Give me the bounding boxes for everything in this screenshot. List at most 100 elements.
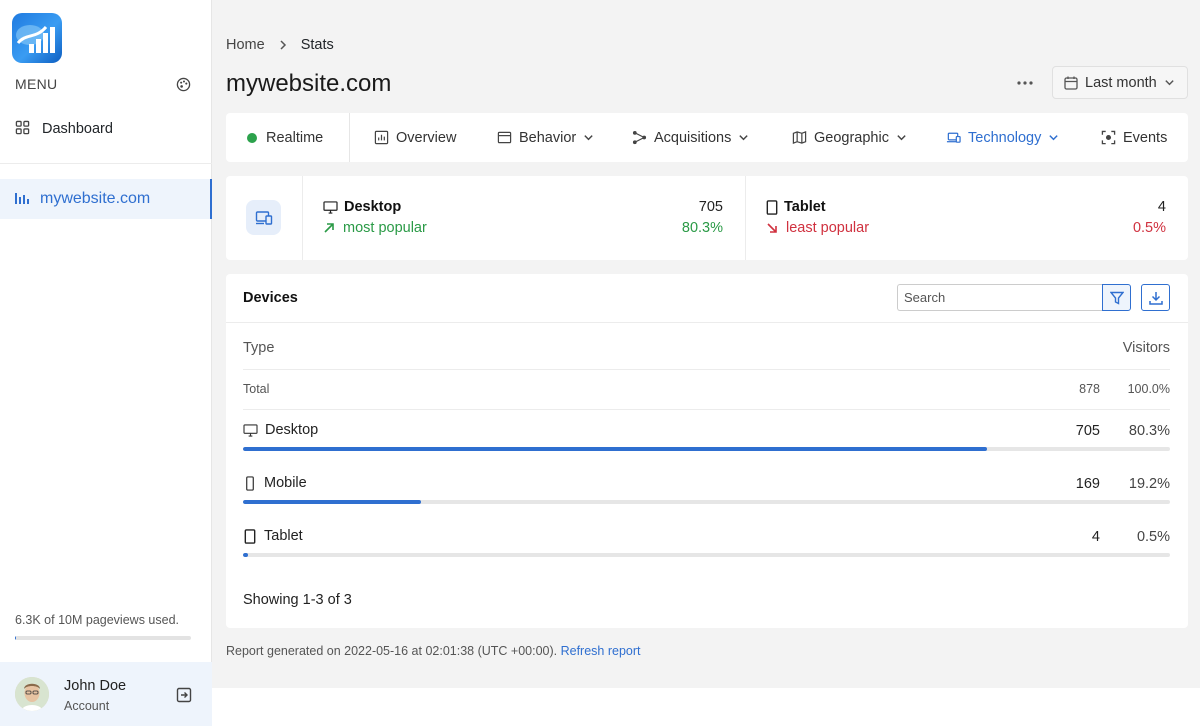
filter-button[interactable] bbox=[1102, 284, 1131, 311]
share-bar-fill bbox=[243, 500, 421, 504]
column-header-type[interactable]: Type bbox=[243, 340, 274, 356]
total-label: Total bbox=[243, 382, 270, 396]
tab-label: Events bbox=[1123, 129, 1168, 146]
usage-text: 6.3K of 10M pageviews used. bbox=[15, 613, 179, 627]
focus-frame-icon bbox=[1101, 130, 1116, 145]
chevron-right-icon bbox=[277, 39, 289, 51]
refresh-report-link[interactable]: Refresh report bbox=[561, 644, 641, 658]
visitor-count: 169 bbox=[1075, 476, 1100, 492]
period-label: Last month bbox=[1085, 74, 1157, 91]
note-label: least popular bbox=[786, 220, 870, 236]
user-panel[interactable]: John Doe Account bbox=[0, 662, 212, 726]
live-dot-icon bbox=[247, 132, 257, 143]
tab-events[interactable]: Events bbox=[1101, 113, 1167, 162]
breadcrumb-current: Stats bbox=[300, 37, 334, 53]
tab-technology[interactable]: Technology bbox=[946, 113, 1059, 162]
avatar[interactable] bbox=[15, 677, 49, 711]
sidebar-divider bbox=[0, 163, 212, 164]
tab-label: Overview bbox=[396, 129, 457, 146]
page-title: mywebsite.com bbox=[226, 70, 392, 97]
sidebar-item-label: mywebsite.com bbox=[40, 190, 151, 207]
visitor-count: 705 bbox=[1075, 423, 1100, 439]
tab-divider bbox=[349, 113, 350, 162]
sidebar-item-dashboard[interactable]: Dashboard bbox=[0, 109, 212, 149]
app-logo[interactable] bbox=[12, 13, 62, 63]
share-bar-fill bbox=[243, 447, 988, 451]
device-percent: 80.3% bbox=[681, 220, 723, 236]
user-subtitle: Account bbox=[64, 699, 110, 713]
table-row[interactable]: Desktop 705 80.3% bbox=[243, 422, 1170, 462]
technology-summary: Desktop most popular 705 80.3% Tablet le… bbox=[226, 176, 1188, 260]
tab-behavior[interactable]: Behavior bbox=[497, 113, 594, 162]
device-name: Tablet bbox=[264, 528, 303, 544]
least-popular-note: least popular bbox=[766, 220, 869, 236]
tab-label: Acquisitions bbox=[654, 129, 732, 146]
share-bar-fill bbox=[243, 553, 248, 557]
chart-box-icon bbox=[374, 130, 389, 145]
arrow-down-right-icon bbox=[767, 223, 777, 233]
sidebar-item-website[interactable]: mywebsite.com bbox=[0, 179, 212, 219]
tab-acquisitions[interactable]: Acquisitions bbox=[632, 113, 749, 162]
least-popular-device: Tablet bbox=[766, 199, 826, 215]
share-bar bbox=[243, 500, 1170, 504]
tab-label: Technology bbox=[968, 129, 1042, 146]
tablet-icon bbox=[766, 199, 778, 215]
total-count: 878 bbox=[1079, 382, 1100, 396]
note-label: most popular bbox=[343, 220, 427, 236]
device-type: Mobile bbox=[243, 475, 307, 491]
browser-window-icon bbox=[497, 131, 512, 144]
more-options-button[interactable] bbox=[1008, 68, 1042, 98]
devices-card: Devices Type Visitors Total 878 100.0% D… bbox=[226, 274, 1188, 628]
chevron-down-icon bbox=[1049, 135, 1059, 141]
device-count: 4 bbox=[1157, 199, 1166, 215]
desktop-icon bbox=[243, 423, 258, 437]
column-header-visitors[interactable]: Visitors bbox=[1123, 340, 1170, 356]
download-icon bbox=[1148, 291, 1163, 305]
tab-overview[interactable]: Overview bbox=[374, 113, 456, 162]
map-icon bbox=[792, 130, 807, 145]
row-divider bbox=[243, 369, 1170, 370]
card-title: Devices bbox=[243, 290, 298, 306]
devices-icon bbox=[246, 200, 281, 235]
tab-realtime[interactable]: Realtime bbox=[247, 113, 323, 162]
device-type: Tablet bbox=[243, 528, 303, 544]
table-row[interactable]: Tablet 4 0.5% bbox=[243, 528, 1170, 568]
chevron-down-icon bbox=[739, 135, 749, 141]
download-button[interactable] bbox=[1141, 284, 1170, 311]
user-name: John Doe bbox=[64, 678, 127, 694]
menu-label: MENU bbox=[15, 76, 58, 92]
visitor-percent: 0.5% bbox=[1136, 529, 1170, 545]
usage-progress-bar bbox=[15, 636, 191, 640]
card-divider bbox=[226, 322, 1188, 323]
grid-icon bbox=[15, 120, 30, 138]
table-row[interactable]: Mobile 169 19.2% bbox=[243, 475, 1170, 515]
palette-icon[interactable] bbox=[176, 77, 191, 92]
share-bar bbox=[243, 553, 1170, 557]
bar-chart-icon bbox=[14, 190, 30, 209]
summary-least-popular: Tablet least popular 4 0.5% bbox=[746, 176, 1188, 260]
row-divider bbox=[243, 409, 1170, 410]
visitor-percent: 80.3% bbox=[1128, 423, 1170, 439]
sidebar: MENU Dashboard mywebsite.com 6.3K of 10M… bbox=[0, 0, 212, 726]
report-generated-text: Report generated on 2022-05-16 at 02:01:… bbox=[226, 644, 558, 658]
visitor-percent: 19.2% bbox=[1128, 476, 1170, 492]
share-nodes-icon bbox=[632, 130, 647, 145]
calendar-icon bbox=[1064, 76, 1078, 90]
summary-most-popular: Desktop most popular 705 80.3% bbox=[303, 176, 746, 260]
search-input[interactable] bbox=[897, 284, 1103, 311]
chevron-down-icon bbox=[584, 135, 593, 141]
tab-label: Realtime bbox=[266, 129, 324, 146]
filter-icon bbox=[1109, 291, 1124, 305]
tablet-icon bbox=[244, 528, 256, 544]
menu-header: MENU bbox=[15, 76, 191, 94]
devices-icon bbox=[946, 132, 961, 143]
stats-tabs: Realtime Overview Behavior Acquisitions … bbox=[226, 113, 1188, 162]
period-dropdown[interactable]: Last month bbox=[1052, 66, 1188, 99]
visitor-count: 4 bbox=[1091, 529, 1100, 545]
logout-icon[interactable] bbox=[176, 687, 192, 703]
device-name: Desktop bbox=[344, 199, 402, 215]
tab-geographic[interactable]: Geographic bbox=[792, 113, 907, 162]
pagination-summary: Showing 1-3 of 3 bbox=[243, 592, 352, 608]
breadcrumb-home[interactable]: Home bbox=[226, 37, 265, 53]
device-count: 705 bbox=[698, 199, 723, 215]
